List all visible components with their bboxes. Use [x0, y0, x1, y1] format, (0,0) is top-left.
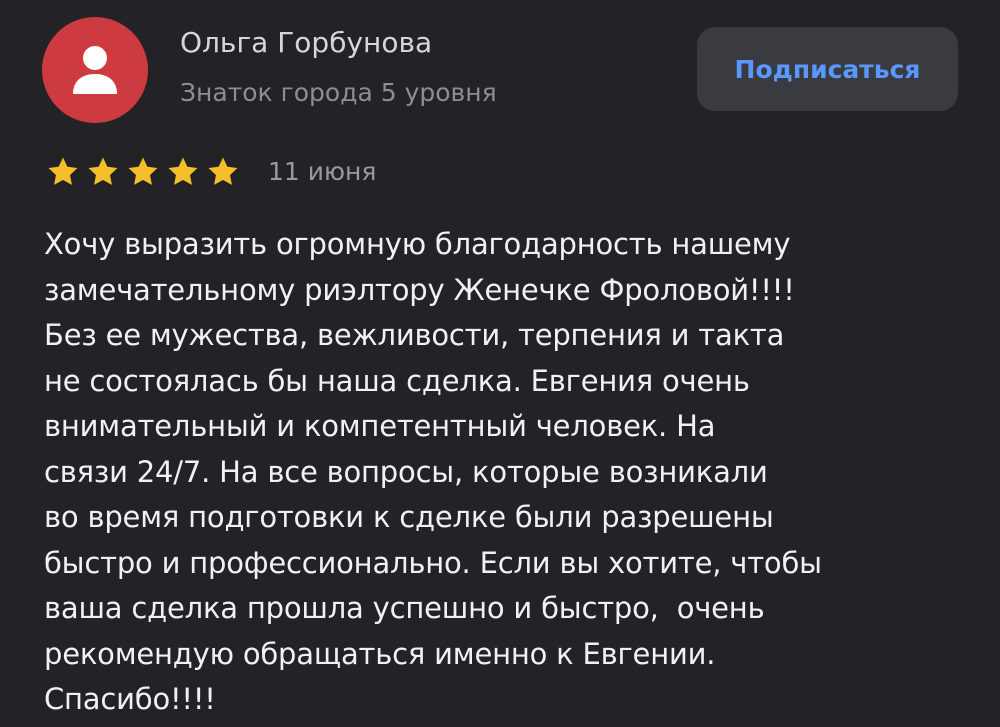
review-text-line: Хочу выразить огромную благодарность наш…	[44, 227, 791, 261]
author-level: Знаток города 5 уровня	[180, 78, 497, 107]
review-card: Ольга Горбунова Знаток города 5 уровня П…	[0, 0, 1000, 727]
review-text: Хочу выразить огромную благодарность наш…	[44, 222, 964, 723]
review-date: 11 июня	[268, 157, 377, 186]
author-name[interactable]: Ольга Горбунова	[180, 26, 432, 59]
subscribe-button[interactable]: Подписаться	[697, 27, 958, 111]
review-text-line: Спасибо!!!!	[44, 682, 216, 716]
review-text-line: внимательный и компетентный человек. На	[44, 409, 716, 443]
user-silhouette-icon	[73, 46, 117, 94]
star-icon	[47, 155, 79, 187]
review-text-line: Без ее мужества, вежливости, терпения и …	[44, 318, 785, 352]
review-text-line: не состоялась бы наша сделка. Евгения оч…	[44, 363, 750, 398]
star-icon	[127, 155, 159, 187]
star-icon	[87, 155, 119, 187]
review-text-line: ваша сделка прошла успешно и быстро, оче…	[44, 591, 765, 625]
star-rating	[45, 154, 241, 190]
review-text-line: быстро и профессионально. Если вы хотите…	[44, 545, 822, 580]
star-icon	[167, 155, 199, 187]
review-text-line: связи 24/7. На все вопросы, которые возн…	[44, 454, 768, 489]
review-text-line: во время подготовки к сделке были разреш…	[44, 500, 774, 534]
star-icon	[207, 155, 239, 187]
review-text-line: замечательному риэлтору Женечке Фроловой…	[44, 272, 795, 307]
avatar[interactable]	[42, 17, 148, 123]
review-text-line: рекомендую обращаться именно к Евгении.	[44, 636, 716, 671]
